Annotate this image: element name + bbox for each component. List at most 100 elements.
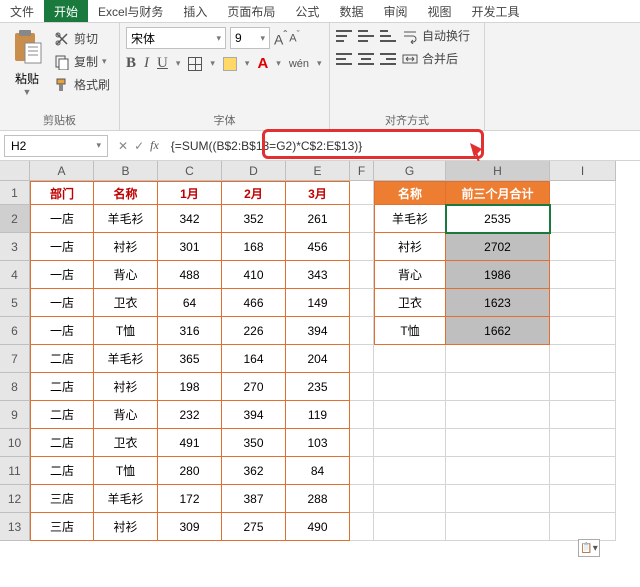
- row-header-7[interactable]: 7: [0, 345, 30, 373]
- align-bottom-icon[interactable]: [380, 30, 396, 42]
- cell-H11[interactable]: [446, 457, 550, 485]
- col-header-I[interactable]: I: [550, 161, 616, 181]
- wrap-text-button[interactable]: 自动换行: [402, 27, 470, 44]
- cell-B1[interactable]: 名称: [94, 181, 158, 205]
- cell-D10[interactable]: 350: [222, 429, 286, 457]
- cell-A2[interactable]: 一店: [30, 205, 94, 233]
- tab-home[interactable]: 开始: [44, 0, 88, 22]
- cell-F11[interactable]: [350, 457, 374, 485]
- cell-I13[interactable]: [550, 513, 616, 541]
- font-color-button[interactable]: A: [257, 55, 268, 72]
- cell-A13[interactable]: 三店: [30, 513, 94, 541]
- grow-shrink-font[interactable]: AˆAˇ: [274, 29, 300, 48]
- cell-D11[interactable]: 362: [222, 457, 286, 485]
- copy-button[interactable]: 复制▾: [52, 52, 112, 71]
- cell-B3[interactable]: 衬衫: [94, 233, 158, 261]
- cell-D3[interactable]: 168: [222, 233, 286, 261]
- cell-G13[interactable]: [374, 513, 446, 541]
- cancel-icon[interactable]: ✕: [118, 139, 128, 153]
- cell-G5[interactable]: 卫衣: [374, 289, 446, 317]
- cell-E13[interactable]: 490: [286, 513, 350, 541]
- cut-button[interactable]: 剪切: [52, 29, 112, 48]
- cell-B7[interactable]: 羊毛衫: [94, 345, 158, 373]
- cell-F7[interactable]: [350, 345, 374, 373]
- col-header-C[interactable]: C: [158, 161, 222, 181]
- cell-I1[interactable]: [550, 181, 616, 205]
- cell-C10[interactable]: 491: [158, 429, 222, 457]
- cell-E9[interactable]: 119: [286, 401, 350, 429]
- cell-F10[interactable]: [350, 429, 374, 457]
- cell-C3[interactable]: 301: [158, 233, 222, 261]
- col-header-H[interactable]: H: [446, 161, 550, 181]
- row-header-5[interactable]: 5: [0, 289, 30, 317]
- cell-B2[interactable]: 羊毛衫: [94, 205, 158, 233]
- row-header-3[interactable]: 3: [0, 233, 30, 261]
- cell-H3[interactable]: 2702: [446, 233, 550, 261]
- cell-E4[interactable]: 343: [286, 261, 350, 289]
- tab-developer[interactable]: 开发工具: [461, 0, 529, 22]
- tab-formula[interactable]: 公式: [285, 0, 329, 22]
- cell-H13[interactable]: [446, 513, 550, 541]
- row-header-13[interactable]: 13: [0, 513, 30, 541]
- cell-A4[interactable]: 一店: [30, 261, 94, 289]
- tab-view[interactable]: 视图: [417, 0, 461, 22]
- row-header-1[interactable]: 1: [0, 181, 30, 205]
- paste-button[interactable]: 粘贴 ▼: [6, 27, 48, 99]
- cell-H6[interactable]: 1662: [446, 317, 550, 345]
- cell-H9[interactable]: [446, 401, 550, 429]
- cell-C8[interactable]: 198: [158, 373, 222, 401]
- cell-E1[interactable]: 3月: [286, 181, 350, 205]
- cell-I2[interactable]: [550, 205, 616, 233]
- cell-D5[interactable]: 466: [222, 289, 286, 317]
- cell-F13[interactable]: [350, 513, 374, 541]
- row-header-12[interactable]: 12: [0, 485, 30, 513]
- italic-button[interactable]: I: [144, 55, 149, 72]
- col-header-B[interactable]: B: [94, 161, 158, 181]
- cell-F9[interactable]: [350, 401, 374, 429]
- cell-B13[interactable]: 衬衫: [94, 513, 158, 541]
- cell-F4[interactable]: [350, 261, 374, 289]
- cell-H12[interactable]: [446, 485, 550, 513]
- cell-D7[interactable]: 164: [222, 345, 286, 373]
- cell-E5[interactable]: 149: [286, 289, 350, 317]
- cell-C13[interactable]: 309: [158, 513, 222, 541]
- cell-H2[interactable]: 2535: [446, 205, 550, 233]
- cell-G10[interactable]: [374, 429, 446, 457]
- cell-A1[interactable]: 部门: [30, 181, 94, 205]
- cell-H7[interactable]: [446, 345, 550, 373]
- cell-C12[interactable]: 172: [158, 485, 222, 513]
- col-header-D[interactable]: D: [222, 161, 286, 181]
- cell-A11[interactable]: 二店: [30, 457, 94, 485]
- cell-F3[interactable]: [350, 233, 374, 261]
- cell-D4[interactable]: 410: [222, 261, 286, 289]
- cell-G9[interactable]: [374, 401, 446, 429]
- cell-G3[interactable]: 衬衫: [374, 233, 446, 261]
- cell-H1[interactable]: 前三个月合计: [446, 181, 550, 205]
- cell-G11[interactable]: [374, 457, 446, 485]
- cell-C6[interactable]: 316: [158, 317, 222, 345]
- cell-G1[interactable]: 名称: [374, 181, 446, 205]
- cell-I12[interactable]: [550, 485, 616, 513]
- font-size-select[interactable]: 9▾: [230, 27, 270, 49]
- cell-E2[interactable]: 261: [286, 205, 350, 233]
- format-painter-button[interactable]: 格式刷: [52, 75, 112, 94]
- cell-A12[interactable]: 三店: [30, 485, 94, 513]
- align-top-icon[interactable]: [336, 30, 352, 42]
- tab-review[interactable]: 审阅: [373, 0, 417, 22]
- cell-A3[interactable]: 一店: [30, 233, 94, 261]
- col-header-G[interactable]: G: [374, 161, 446, 181]
- cell-A7[interactable]: 二店: [30, 345, 94, 373]
- underline-button[interactable]: U: [157, 55, 168, 72]
- cell-B11[interactable]: T恤: [94, 457, 158, 485]
- cell-F5[interactable]: [350, 289, 374, 317]
- cell-A10[interactable]: 二店: [30, 429, 94, 457]
- row-header-4[interactable]: 4: [0, 261, 30, 289]
- col-header-A[interactable]: A: [30, 161, 94, 181]
- cell-I9[interactable]: [550, 401, 616, 429]
- cell-E10[interactable]: 103: [286, 429, 350, 457]
- cell-A5[interactable]: 一店: [30, 289, 94, 317]
- cell-C4[interactable]: 488: [158, 261, 222, 289]
- cell-D6[interactable]: 226: [222, 317, 286, 345]
- cell-E11[interactable]: 84: [286, 457, 350, 485]
- cell-B10[interactable]: 卫衣: [94, 429, 158, 457]
